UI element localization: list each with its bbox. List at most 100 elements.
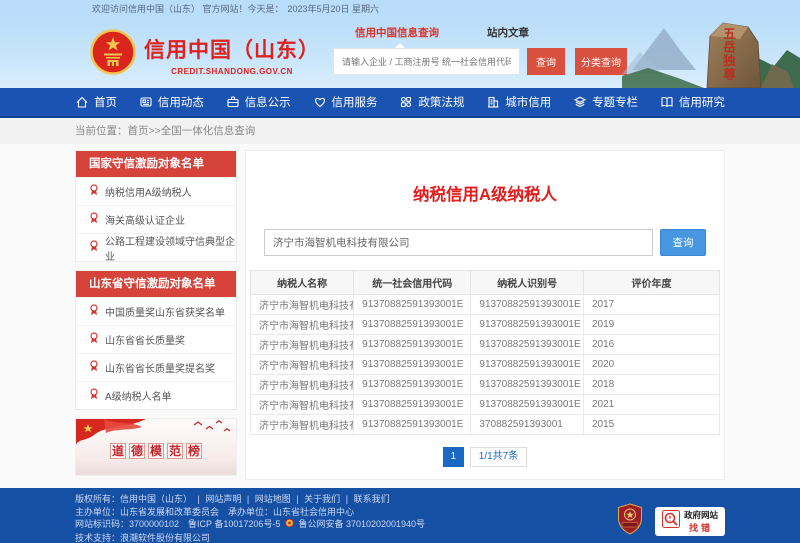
medal-icon <box>89 184 99 199</box>
sidebar-section-national: 国家守信激励对象名单 纳税信用A级纳税人 海关高级认证企业 公路工程建设领域守信… <box>75 150 237 262</box>
company-query-button[interactable]: 查询 <box>660 229 706 256</box>
table-row: 济宁市海智机电科技有限公司 91370882591393001E 9137088… <box>251 395 720 415</box>
sidebar: 国家守信激励对象名单 纳税信用A级纳税人 海关高级认证企业 公路工程建设领域守信… <box>75 150 237 476</box>
site-title: 信用中国（山东） <box>144 34 320 64</box>
page-1-button[interactable]: 1 <box>443 447 464 467</box>
sidebar-section-provincial: 山东省守信激励对象名单 中国质量奖山东省获奖名单 山东省省长质量奖 山东省省长质… <box>75 270 237 410</box>
layers-icon <box>573 95 587 109</box>
table-row: 济宁市海智机电科技有限公司 91370882591393001E 9137088… <box>251 355 720 375</box>
home-icon <box>75 95 89 109</box>
police-badge-icon <box>285 518 294 532</box>
breadcrumb-bar: 当前位置：首页>>全国一体化信息查询 <box>0 118 800 144</box>
current-date: 2023年5月20日 星期六 <box>288 4 380 14</box>
page-title: 纳税信用A级纳税人 <box>246 181 724 205</box>
sidebar-item-a-grade-taxpayer-list[interactable]: A级纳税人名单 <box>76 381 236 409</box>
site-logo[interactable]: 信用中国（山东） CREDIT.SHANDONG.GOV.CN <box>90 29 320 80</box>
mount-tai-image: 五岳独尊 <box>622 18 800 88</box>
col-taxpayer-id: 纳税人识别号 <box>471 271 584 295</box>
medal-icon <box>89 212 99 227</box>
logo-text: 信用中国（山东） CREDIT.SHANDONG.GOV.CN <box>144 34 320 76</box>
sidebar-item-highway-engineering[interactable]: 公路工程建设领域守信典型企业 <box>76 233 236 261</box>
nav-item-home[interactable]: 首页 <box>75 94 117 110</box>
briefcase-icon <box>226 95 240 109</box>
table-row: 济宁市海智机电科技有限公司 91370882591393001E 9137088… <box>251 335 720 355</box>
news-icon <box>139 95 153 109</box>
footer-line-icp: 网站标识码：3700000102 鲁ICP 备10017206号-5 鲁公网安备… <box>75 518 425 532</box>
col-credit-code: 统一社会信用代码 <box>354 271 471 295</box>
nav-item-credit-research[interactable]: 信用研究 <box>660 94 725 110</box>
sidebar-item-governor-quality-award[interactable]: 山东省省长质量奖 <box>76 325 236 353</box>
medal-icon <box>89 388 99 403</box>
footer-link-contact[interactable]: 联系我们 <box>354 494 390 504</box>
sidebar-item-customs-certified[interactable]: 海关高级认证企业 <box>76 205 236 233</box>
header-search-block: 信用中国信息查询 站内文章 查询 分类查询 <box>333 21 627 75</box>
footer-line-tech-support: 技术支持：浪潮软件股份有限公司 <box>75 532 425 543</box>
nav-item-city-credit[interactable]: 城市信用 <box>486 94 551 110</box>
medal-icon <box>89 240 99 255</box>
pagination: 1 1/1共7条 <box>246 447 724 467</box>
moral-model-banner[interactable]: 道 德 模 范 榜 <box>75 418 237 476</box>
footer-badges: 政府网站 找错 <box>617 499 725 543</box>
grid-icon <box>399 95 413 109</box>
header-query-button[interactable]: 查询 <box>527 48 565 75</box>
gov-agency-shield-icon[interactable] <box>617 503 643 540</box>
content-area: 国家守信激励对象名单 纳税信用A级纳税人 海关高级认证企业 公路工程建设领域守信… <box>0 144 800 488</box>
footer-link-sitemap[interactable]: 网站地图 <box>255 494 291 504</box>
book-icon <box>660 95 674 109</box>
national-emblem-icon <box>90 29 136 80</box>
table-row: 济宁市海智机电科技有限公司 91370882591393001E 9137088… <box>251 375 720 395</box>
sidebar-item-china-quality-award[interactable]: 中国质量奖山东省获奖名单 <box>76 297 236 325</box>
table-header-row: 纳税人名称 统一社会信用代码 纳税人识别号 评价年度 <box>251 271 720 295</box>
taxpayer-table: 纳税人名称 统一社会信用代码 纳税人识别号 评价年度 济宁市海智机电科技有限公司… <box>250 270 720 435</box>
welcome-text: 欢迎访问信用中国（山东） 官方网站！今天是： <box>92 4 284 14</box>
footer-link-about[interactable]: 关于我们 <box>304 494 340 504</box>
building-icon <box>486 95 500 109</box>
footer-link-statement[interactable]: 网站声明 <box>205 494 241 504</box>
nav-item-policies[interactable]: 政策法规 <box>399 94 464 110</box>
table-row: 济宁市海智机电科技有限公司 91370882591393001E 9137088… <box>251 295 720 315</box>
copyright-text: 版权所有：信用中国（山东） <box>75 494 192 504</box>
breadcrumb-label: 当前位置： <box>75 125 128 137</box>
table-row: 济宁市海智机电科技有限公司 91370882591393001E 3708825… <box>251 415 720 435</box>
search-tabs: 信用中国信息查询 站内文章 <box>333 21 627 43</box>
banner-title: 道 德 模 范 榜 <box>76 443 236 459</box>
main-nav: 首页 信用动态 信息公示 信用服务 政策法规 城市信用 专题专栏 信用研究 <box>0 88 800 118</box>
medal-icon <box>89 360 99 375</box>
footer-line-copyright: 版权所有：信用中国（山东） | 网站声明 | 网站地图 | 关于我们 | 联系我… <box>75 493 425 506</box>
header-category-query-button[interactable]: 分类查询 <box>575 48 627 75</box>
heart-icon <box>313 95 327 109</box>
medal-icon <box>89 332 99 347</box>
sidebar-section-national-title: 国家守信激励对象名单 <box>76 151 236 177</box>
tab-site-articles[interactable]: 站内文章 <box>487 25 529 40</box>
header-search-row: 查询 分类查询 <box>333 48 627 75</box>
nav-item-info-disclosure[interactable]: 信息公示 <box>226 94 291 110</box>
active-tab-caret <box>395 38 405 48</box>
sidebar-item-a-grade-taxpayer[interactable]: 纳税信用A级纳税人 <box>76 177 236 205</box>
police-record-link[interactable]: 鲁公网安备 37010202001940号 <box>298 519 425 529</box>
sidebar-item-governor-quality-nomination[interactable]: 山东省省长质量奖提名奖 <box>76 353 236 381</box>
topbar: 欢迎访问信用中国（山东） 官方网站！今天是： 2023年5月20日 星期六 <box>0 0 800 18</box>
site-header: 信用中国（山东） CREDIT.SHANDONG.GOV.CN 信用中国信息查询… <box>0 18 800 88</box>
panel-search-row: 查询 <box>264 229 706 256</box>
medal-icon <box>89 304 99 319</box>
nav-item-special-topics[interactable]: 专题专栏 <box>573 94 638 110</box>
table-row: 济宁市海智机电科技有限公司 91370882591393001E 9137088… <box>251 315 720 335</box>
gov-badge-texts: 政府网站 找错 <box>684 509 718 534</box>
magnifier-icon <box>662 510 680 533</box>
sidebar-section-provincial-title: 山东省守信激励对象名单 <box>76 271 236 297</box>
site-domain: CREDIT.SHANDONG.GOV.CN <box>144 67 320 76</box>
page-summary: 1/1共7条 <box>470 447 527 467</box>
breadcrumb-path[interactable]: 首页>>全国一体化信息查询 <box>128 125 256 137</box>
nav-item-credit-services[interactable]: 信用服务 <box>313 94 378 110</box>
nav-item-credit-news[interactable]: 信用动态 <box>139 94 204 110</box>
footer: 版权所有：信用中国（山东） | 网站声明 | 网站地图 | 关于我们 | 联系我… <box>0 488 800 543</box>
col-taxpayer-name: 纳税人名称 <box>251 271 354 295</box>
breadcrumb: 当前位置：首页>>全国一体化信息查询 <box>75 118 725 144</box>
stone-inscription: 五岳独尊 <box>719 27 738 81</box>
col-eval-year: 评价年度 <box>583 271 719 295</box>
gov-site-error-badge[interactable]: 政府网站 找错 <box>655 507 725 536</box>
company-search-input[interactable] <box>264 229 653 256</box>
header-search-input[interactable] <box>333 48 520 75</box>
main-panel: 纳税信用A级纳税人 查询 纳税人名称 统一社会信用代码 纳税人识别号 评价年度 <box>245 150 725 480</box>
footer-line-organizers: 主办单位：山东省发展和改革委员会 承办单位：山东省社会信用中心 <box>75 506 425 519</box>
